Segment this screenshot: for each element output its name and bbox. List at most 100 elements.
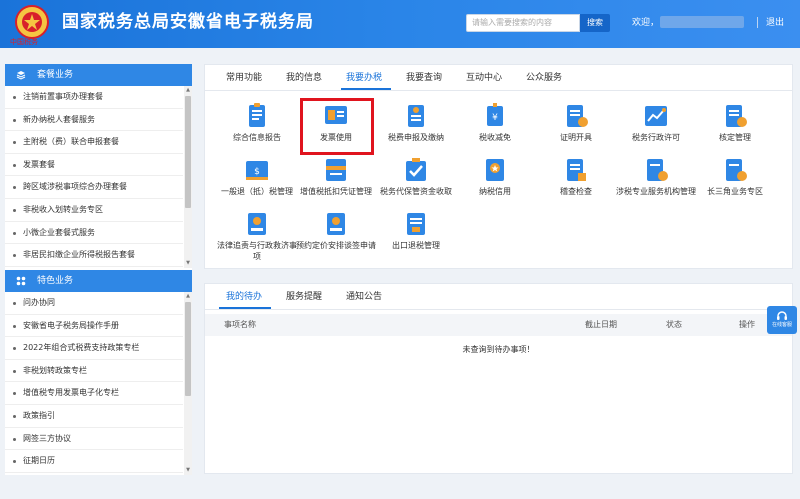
menu-item[interactable]: 主附税（费）联合申报套餐	[5, 131, 183, 154]
scroll-up-icon[interactable]: ▲	[185, 293, 191, 299]
featured-menu: 问办协同 安徽省电子税务局操作手册 2022年组合式税费支持政策专栏 非税划转政…	[5, 292, 183, 473]
tab-common-functions[interactable]: 常用功能	[226, 72, 262, 84]
report-icon	[249, 103, 265, 127]
certificate-icon	[567, 105, 588, 127]
empty-message: 未查询到待办事项！	[462, 345, 535, 354]
todo-table-header: 事项名称 截止日期 状态 操作	[205, 314, 792, 336]
func-inspection[interactable]: 稽查检查	[536, 157, 616, 197]
func-refund[interactable]: $ 一般退（抵）税管理	[217, 157, 297, 197]
menu-item[interactable]: 2022年组合式税费支持政策专栏	[5, 337, 183, 360]
logout-link[interactable]: 退出	[766, 17, 784, 29]
declare-icon	[408, 105, 424, 127]
column-header: 事项名称	[224, 320, 256, 329]
scroll-down-icon[interactable]: ▼	[185, 260, 191, 266]
tab-handle-tax[interactable]: 我要办税	[346, 72, 382, 84]
agency-icon	[647, 159, 668, 181]
online-service-button[interactable]: 在线客服	[767, 306, 797, 334]
layers-icon	[16, 71, 26, 80]
func-declare-pay[interactable]: 税费申报及缴纳	[376, 103, 456, 143]
func-admin-license[interactable]: 税务行政许可	[616, 103, 696, 143]
tax-relief-icon: ¥	[487, 103, 503, 126]
func-label: 长三角业务专区	[707, 187, 763, 196]
menu-item[interactable]: 新办纳税人套餐服务	[5, 109, 183, 132]
column-header: 操作	[739, 320, 755, 329]
tab-my-info[interactable]: 我的信息	[286, 72, 322, 84]
credit-icon	[486, 159, 504, 181]
todo-panel: 我的待办 服务提醒 通知公告 事项名称 截止日期 状态 操作 未查询到待办事项！	[204, 283, 793, 474]
active-tab-indicator	[341, 88, 391, 90]
search-button[interactable]: 搜索	[580, 14, 610, 32]
func-yangtze-delta[interactable]: 长三角业务专区	[695, 157, 775, 197]
func-label: 税收减免	[479, 133, 511, 142]
menu-item[interactable]: 小微企业套餐式服务	[5, 222, 183, 245]
tab-public-service[interactable]: 公众服务	[526, 72, 562, 84]
group-header-package[interactable]: 套餐业务	[5, 64, 192, 86]
func-label: 出口退税管理	[392, 241, 440, 250]
voucher-icon	[326, 159, 346, 181]
left-sidebar: 套餐业务 注销前置事项办理套餐 新办纳税人套餐服务 主附税（费）联合申报套餐 发…	[5, 64, 192, 475]
menu-item[interactable]: 非税划转政策专栏	[5, 360, 183, 383]
func-export-refund[interactable]: 出口退税管理	[376, 211, 456, 251]
tax-emblem-icon	[15, 5, 49, 39]
func-certificate[interactable]: 证明开具	[536, 103, 616, 143]
tab-interaction[interactable]: 互动中心	[466, 72, 502, 84]
license-icon	[645, 106, 667, 126]
func-agency-management[interactable]: 涉税专业服务机构管理	[616, 157, 696, 197]
grid-icon	[16, 276, 26, 286]
welcome-text: 欢迎，	[632, 18, 660, 28]
svg-text:$: $	[254, 167, 260, 177]
assessment-icon	[726, 105, 747, 127]
menu-item[interactable]: 跨区域涉税事项综合办理套餐	[5, 176, 183, 199]
menu-item[interactable]: 问办协同	[5, 292, 183, 315]
active-tab-indicator	[219, 307, 271, 309]
func-tax-credit[interactable]: 纳税信用	[455, 157, 535, 197]
func-label: 税费申报及缴纳	[388, 133, 444, 142]
headset-icon	[777, 311, 787, 320]
package-menu: 注销前置事项办理套餐 新办纳税人套餐服务 主附税（费）联合申报套餐 发票套餐 跨…	[5, 86, 183, 267]
highlight-box	[300, 98, 374, 155]
menu-item[interactable]: 增值税专用发票电子化专栏	[5, 382, 183, 405]
menu-item[interactable]: 网签三方协议	[5, 428, 183, 451]
func-vat-voucher[interactable]: 增值税抵扣凭证管理	[296, 157, 376, 197]
menu-item[interactable]: 政策指引	[5, 405, 183, 428]
export-icon	[407, 213, 425, 235]
tab-query[interactable]: 我要查询	[406, 72, 442, 84]
func-label: 增值税抵扣凭证管理	[300, 187, 372, 196]
func-label: 税务行政许可	[632, 133, 680, 142]
func-assessment[interactable]: 核定管理	[695, 103, 775, 143]
menu-item[interactable]: 征期日历	[5, 450, 183, 473]
func-label: 纳税信用	[479, 187, 511, 196]
func-legal-remedy[interactable]: 法律追责与行政救济事项	[217, 211, 297, 262]
scroll-down-icon[interactable]: ▼	[185, 467, 191, 473]
menu-item[interactable]: 非税收入划转业务专区	[5, 199, 183, 222]
scrollbar-thumb[interactable]	[185, 96, 191, 208]
site-title[interactable]: 国家税务总局安徽省电子税务局	[62, 10, 314, 34]
func-pricing-arrangement[interactable]: 预约定价安排谈签申请	[296, 211, 376, 251]
refund-icon: $	[246, 161, 268, 180]
tab-service-reminder[interactable]: 服务提醒	[286, 291, 322, 303]
group-title: 特色业务	[37, 276, 74, 286]
tab-notice[interactable]: 通知公告	[346, 291, 382, 303]
func-label: 证明开具	[560, 133, 592, 142]
group-header-featured[interactable]: 特色业务	[5, 270, 192, 292]
todo-tabs: 我的待办 服务提醒 通知公告	[205, 284, 792, 310]
func-tax-relief[interactable]: ¥ 税收减免	[455, 103, 535, 143]
menu-item[interactable]: 安徽省电子税务局操作手册	[5, 315, 183, 338]
search-input[interactable]: 请输入需要搜索的内容	[466, 14, 580, 32]
scrollbar-thumb[interactable]	[185, 302, 191, 396]
func-comprehensive-report[interactable]: 综合信息报告	[217, 103, 297, 143]
menu-item[interactable]: 注销前置事项办理套餐	[5, 86, 183, 109]
menu-item[interactable]: 发票套餐	[5, 154, 183, 177]
func-label: 稽查检查	[560, 187, 592, 196]
tab-my-todo[interactable]: 我的待办	[226, 291, 262, 303]
header-divider	[757, 17, 758, 28]
func-custody-funds[interactable]: 税务代保管资金收取	[376, 157, 456, 197]
inspection-icon	[567, 159, 586, 181]
custody-icon	[406, 158, 426, 181]
top-header: 中国税务 国家税务总局安徽省电子税务局 请输入需要搜索的内容 搜索 欢迎， 退出	[0, 0, 800, 48]
function-panel: 常用功能 我的信息 我要办税 我要查询 互动中心 公众服务 综合信息报告 发票使…	[204, 64, 793, 269]
menu-item[interactable]: 非居民扣缴企业所得税报告套餐	[5, 244, 183, 267]
scroll-up-icon[interactable]: ▲	[185, 87, 191, 93]
user-name-redacted[interactable]	[660, 16, 744, 28]
func-label: 预约定价安排谈签申请	[296, 241, 376, 250]
